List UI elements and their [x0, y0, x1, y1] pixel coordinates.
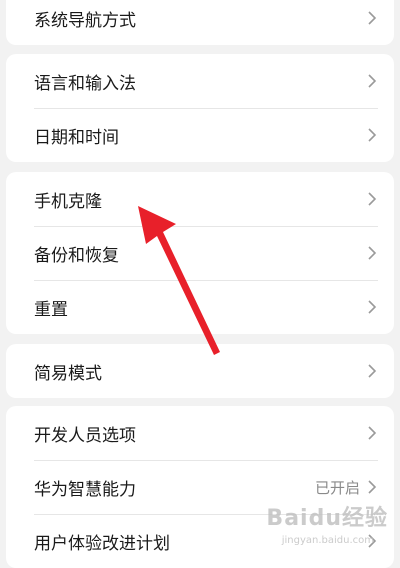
row-label: 重置	[34, 299, 68, 320]
row-system-navigation[interactable]: 系统导航方式	[6, 0, 394, 45]
row-developer-options[interactable]: 开发人员选项	[6, 406, 394, 460]
chevron-right-icon	[368, 300, 377, 314]
row-label: 简易模式	[34, 363, 102, 384]
row-label: 开发人员选项	[34, 425, 136, 446]
row-label: 日期和时间	[34, 127, 119, 148]
chevron-right-icon	[368, 426, 377, 440]
row-backup-restore[interactable]: 备份和恢复	[6, 226, 394, 280]
settings-group-language: 语言和输入法 日期和时间	[6, 54, 394, 162]
row-language-input[interactable]: 语言和输入法	[6, 54, 394, 108]
settings-group-simple-mode: 简易模式	[6, 344, 394, 398]
chevron-right-icon	[368, 11, 377, 25]
row-status-value: 已开启	[314, 478, 360, 497]
chevron-right-icon	[368, 246, 377, 260]
row-label: 手机克隆	[34, 191, 102, 212]
watermark-url: jingyan.baidu.com	[281, 535, 374, 546]
row-label: 语言和输入法	[34, 73, 136, 94]
row-phone-clone[interactable]: 手机克隆	[6, 172, 394, 226]
row-label: 备份和恢复	[34, 245, 119, 266]
row-simple-mode[interactable]: 简易模式	[6, 344, 394, 398]
settings-group-backup: 手机克隆 备份和恢复 重置	[6, 172, 394, 334]
row-reset[interactable]: 重置	[6, 280, 394, 334]
chevron-right-icon	[368, 74, 377, 88]
watermark-logo: Baidu经验	[266, 506, 388, 531]
settings-group-navigation: 系统导航方式	[6, 0, 394, 45]
row-date-time[interactable]: 日期和时间	[6, 108, 394, 162]
chevron-right-icon	[368, 128, 377, 142]
chevron-right-icon	[368, 364, 377, 378]
row-label: 华为智慧能力	[34, 479, 136, 500]
row-label: 系统导航方式	[34, 10, 136, 31]
chevron-right-icon	[368, 480, 377, 494]
chevron-right-icon	[368, 192, 377, 206]
